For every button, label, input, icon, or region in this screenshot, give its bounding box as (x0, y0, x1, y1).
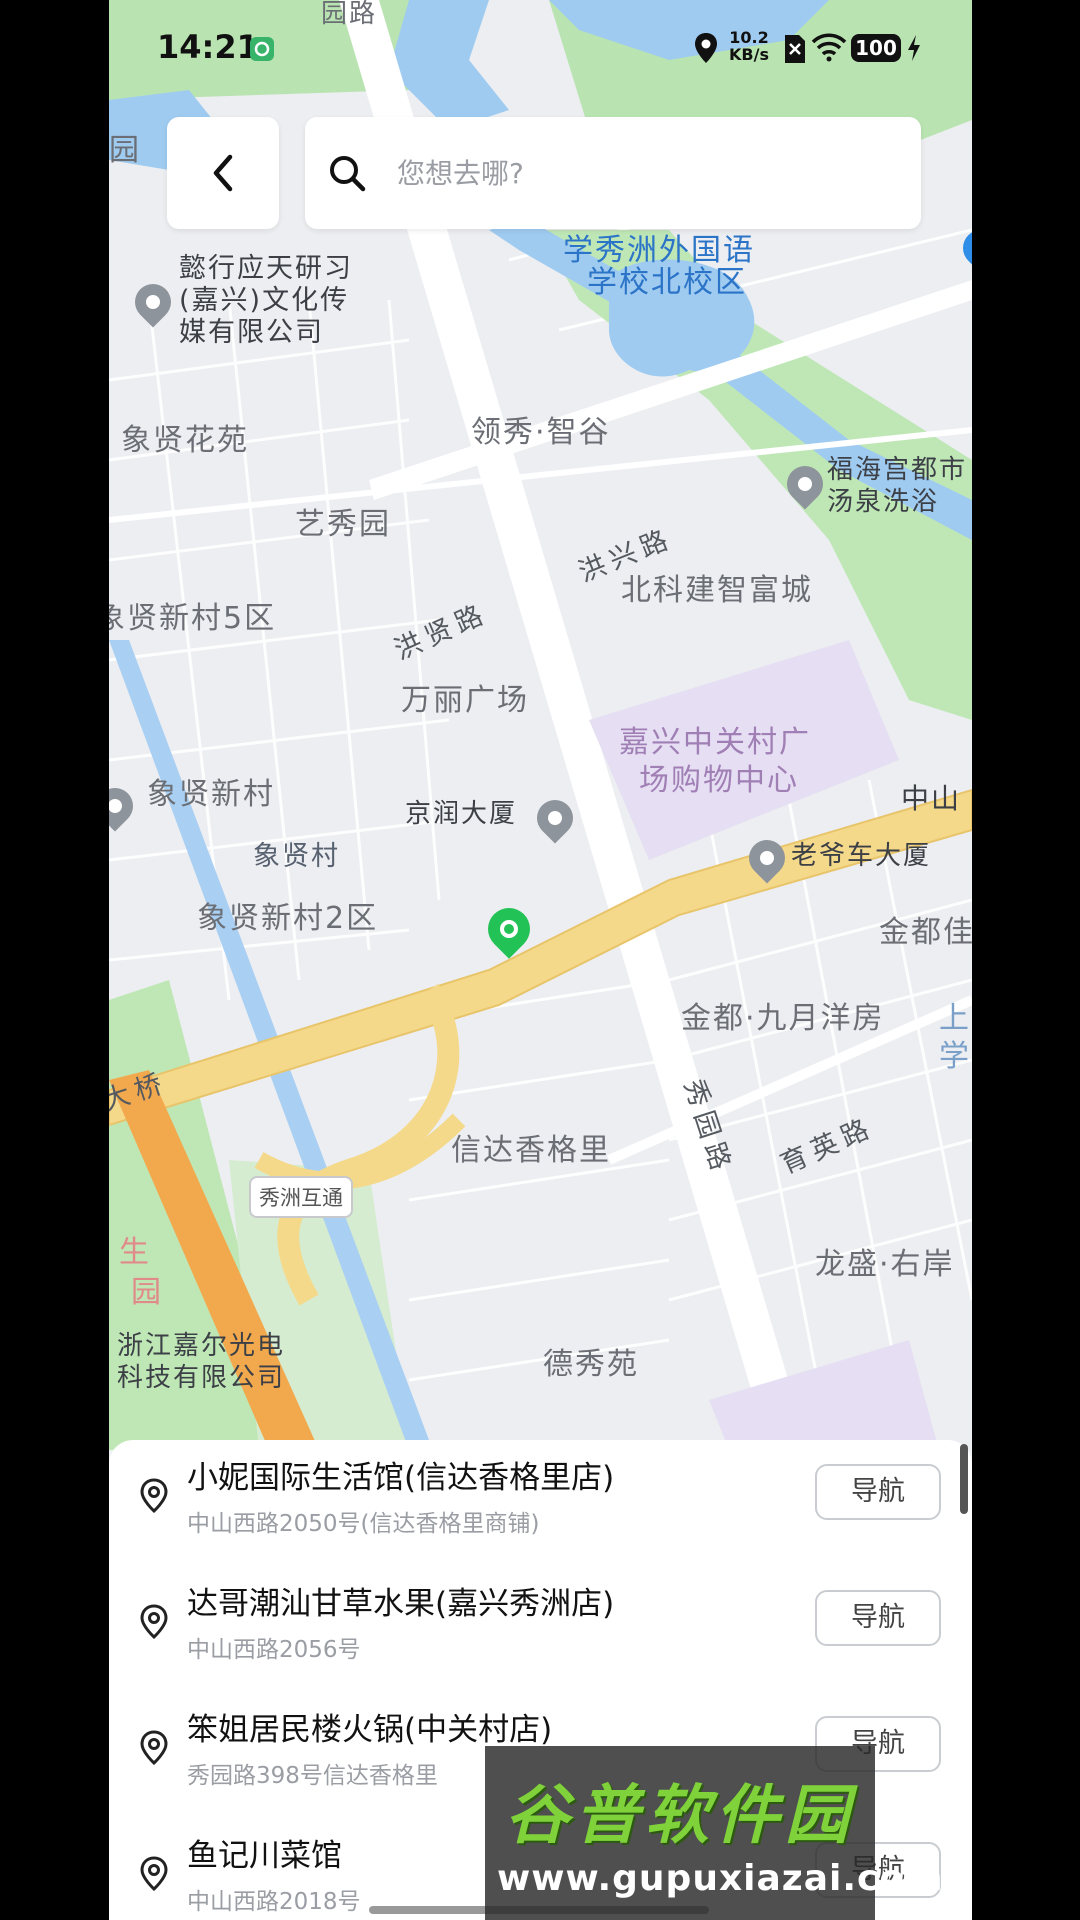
map-label-xiangxian-cun: 象贤村 (253, 841, 340, 872)
map-label-jingrun: 京润大厦 (405, 799, 518, 829)
map-label-zhongshan: 中山 (901, 782, 962, 815)
app-notification-icon (250, 37, 274, 61)
map-label-wanli: 万丽广场 (401, 683, 529, 718)
result-address: 中山西路2018号 (187, 1889, 361, 1915)
map-label-jindu: 金都佳 (879, 915, 972, 950)
chevron-left-icon (213, 154, 233, 192)
navigate-button[interactable]: 导航 (815, 1464, 941, 1520)
wifi-icon (811, 33, 847, 62)
map-label-park: 园 (109, 133, 141, 168)
map-label-yuan-2: 园 (131, 1275, 163, 1310)
location-icon (695, 33, 717, 63)
result-item[interactable]: 达哥潮汕甘草水果(嘉兴秀洲店) 中山西路2056号 导航 (109, 1566, 972, 1692)
location-pin-icon (140, 1478, 168, 1514)
location-pin-icon (140, 1856, 168, 1892)
map-label-xiangxian-xincun: 象贤新村 (147, 777, 275, 812)
network-speed-unit: KB/s (729, 44, 769, 64)
map-label-media: 懿行应天研习 (179, 253, 353, 284)
map-label-laoyeche: 老爷车大厦 (791, 841, 932, 871)
map-label-xue: 学 (939, 1039, 971, 1074)
navigate-button[interactable]: 导航 (815, 1590, 941, 1646)
battery-indicator: 100 (851, 34, 901, 62)
map-label-xinda: 信达香格里 (451, 1133, 611, 1168)
back-button[interactable] (167, 117, 279, 229)
map-label-xiangxian-2: 象贤新村2区 (197, 901, 379, 936)
map-label-beike: 北科建智富城 (621, 573, 813, 608)
phone-screen: 园路 园 学秀洲外国语 学校北校区 懿行应天研习 (嘉兴)文化传 媒有限公司 象… (109, 0, 972, 1920)
map-label-school-2: 学校北校区 (587, 265, 747, 300)
xiuzhou-hutong-badge: 秀洲互通 (249, 1176, 353, 1218)
map-label-sheng: 生 (119, 1235, 151, 1270)
result-address: 中山西路2056号 (187, 1637, 361, 1663)
charging-icon (908, 35, 920, 61)
search-bar[interactable] (305, 117, 921, 229)
map-label-xiangxian-huayuan: 象贤花苑 (121, 423, 249, 458)
result-name: 笨姐居民楼火锅(中关村店) (187, 1712, 553, 1748)
result-item[interactable]: 小妮国际生活馆(信达香格里店) 中山西路2050号(信达香格里商铺) 导航 (109, 1440, 972, 1566)
result-name: 鱼记川菜馆 (187, 1838, 342, 1874)
result-address: 秀园路398号信达香格里 (187, 1763, 438, 1789)
map-label-jiaer: 浙江嘉尔光电 (117, 1331, 286, 1361)
watermark-url: www.gupuxiazai.com (497, 1858, 944, 1899)
map-label-jiaer-2: 科技有限公司 (117, 1363, 286, 1393)
map-label-media-2: (嘉兴)文化传 (179, 285, 350, 316)
map-label-shang: 上 (939, 1001, 971, 1036)
map-label-dexiu: 德秀苑 (543, 1347, 639, 1382)
result-address: 中山西路2050号(信达香格里商铺) (187, 1511, 540, 1537)
result-name: 达哥潮汕甘草水果(嘉兴秀洲店) (187, 1586, 615, 1622)
network-speed: 10.2 KB/s (729, 29, 769, 64)
result-name: 小妮国际生活馆(信达香格里店) (187, 1460, 615, 1496)
map-label-fuhai-2: 汤泉洗浴 (827, 487, 940, 517)
map-label-jindu-jiuyue: 金都·九月洋房 (681, 1001, 885, 1036)
map-label-zhongguancun-2: 场购物中心 (639, 763, 799, 798)
location-pin-icon (140, 1730, 168, 1766)
no-sim-icon (785, 35, 805, 63)
map-label-fuhai: 福海宫都市 (827, 455, 968, 485)
map-label-media-3: 媒有限公司 (179, 317, 324, 348)
map-label-zhongguancun: 嘉兴中关村广 (619, 725, 811, 760)
map-label-lingxiu: 领秀·智谷 (471, 415, 611, 450)
status-bar: 14:21 10.2 KB/s 100 (109, 0, 972, 90)
map-label-yixiu: 艺秀园 (295, 507, 391, 542)
status-time: 14:21 (157, 28, 259, 66)
watermark: 谷普软件园 www.gupuxiazai.com (485, 1746, 943, 1920)
map-label-school: 学秀洲外国语 (563, 233, 755, 268)
search-input[interactable] (397, 145, 877, 201)
scrollbar[interactable] (960, 1444, 968, 1514)
map-label-xiangxian-5: 象贤新村5区 (109, 601, 277, 636)
location-pin-icon (140, 1604, 168, 1640)
search-icon (330, 156, 366, 192)
watermark-title: 谷普软件园 (505, 1779, 855, 1853)
map-label-longsheng: 龙盛·右岸 (815, 1247, 955, 1282)
